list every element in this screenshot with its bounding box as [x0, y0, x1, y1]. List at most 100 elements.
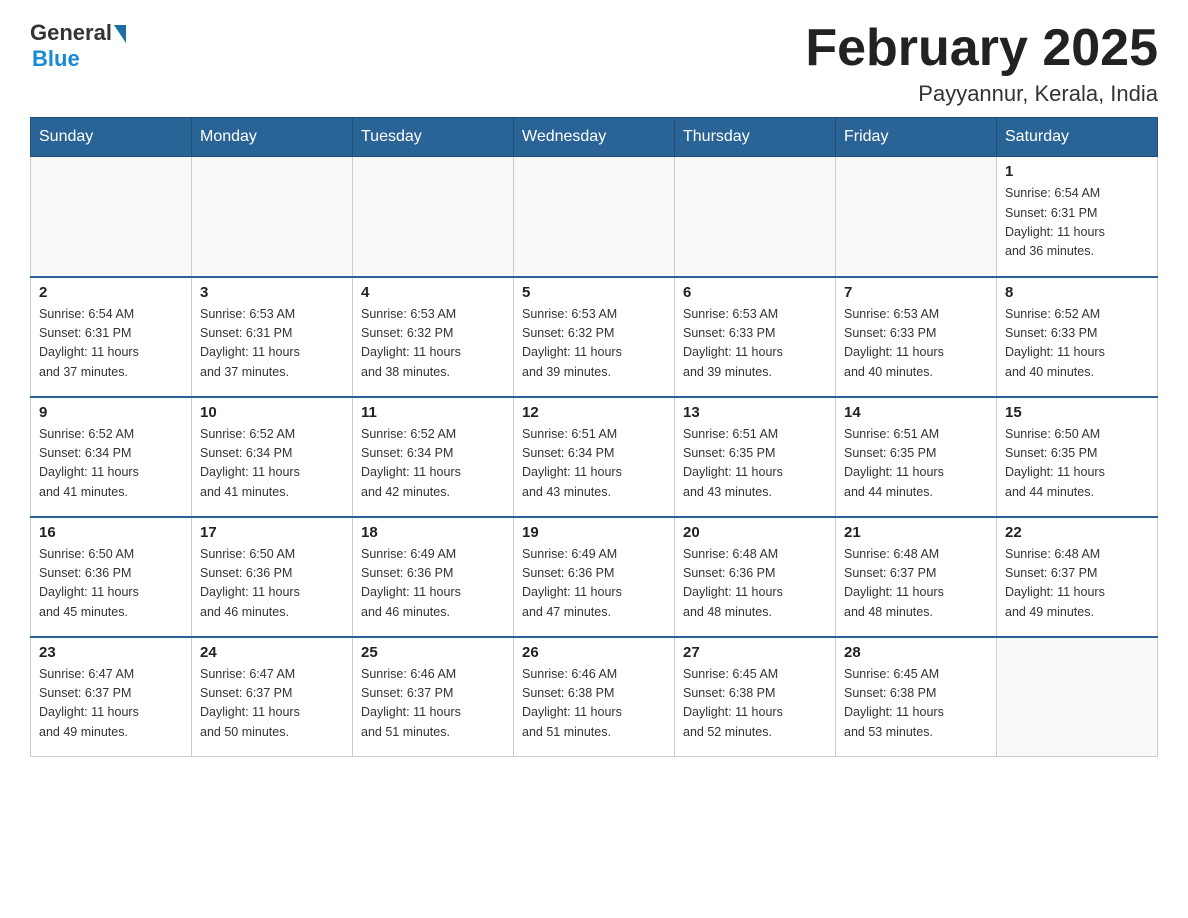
day-info: Sunrise: 6:52 AM Sunset: 6:34 PM Dayligh… [361, 425, 505, 503]
week-row-3: 16 Sunrise: 6:50 AM Sunset: 6:36 PM Dayli… [31, 517, 1158, 637]
calendar-cell: 15 Sunrise: 6:50 AM Sunset: 6:35 PM Dayli… [997, 397, 1158, 517]
day-info: Sunrise: 6:52 AM Sunset: 6:34 PM Dayligh… [200, 425, 344, 503]
day-info: Sunrise: 6:54 AM Sunset: 6:31 PM Dayligh… [39, 305, 183, 383]
logo-arrow-icon [114, 25, 126, 43]
day-info: Sunrise: 6:46 AM Sunset: 6:38 PM Dayligh… [522, 665, 666, 743]
calendar-cell: 20Sunrise: 6:48 AM Sunset: 6:36 PM Dayli… [675, 517, 836, 637]
day-number: 17 [200, 524, 344, 541]
day-info: Sunrise: 6:50 AM Sunset: 6:36 PM Dayligh… [200, 545, 344, 623]
calendar-cell: 25 Sunrise: 6:46 AM Sunset: 6:37 PM Dayli… [353, 637, 514, 757]
day-info: Sunrise: 6:46 AM Sunset: 6:37 PM Dayligh… [361, 665, 505, 743]
calendar-cell [192, 157, 353, 277]
calendar-cell: 6 Sunrise: 6:53 AM Sunset: 6:33 PM Daylig… [675, 277, 836, 397]
day-info: Sunrise: 6:50 AM Sunset: 6:36 PM Dayligh… [39, 545, 183, 623]
day-info: Sunrise: 6:52 AM Sunset: 6:33 PM Dayligh… [1005, 305, 1149, 383]
calendar-cell: 4 Sunrise: 6:53 AM Sunset: 6:32 PM Daylig… [353, 277, 514, 397]
calendar-cell [353, 157, 514, 277]
day-info: Sunrise: 6:54 AM Sunset: 6:31 PM Dayligh… [1005, 184, 1149, 262]
day-number: 20 [683, 524, 827, 541]
day-info: Sunrise: 6:48 AM Sunset: 6:37 PM Dayligh… [844, 545, 988, 623]
week-row-1: 2Sunrise: 6:54 AM Sunset: 6:31 PM Daylig… [31, 277, 1158, 397]
calendar-cell: 18Sunrise: 6:49 AM Sunset: 6:36 PM Dayli… [353, 517, 514, 637]
calendar-cell: 9Sunrise: 6:52 AM Sunset: 6:34 PM Daylig… [31, 397, 192, 517]
day-info: Sunrise: 6:53 AM Sunset: 6:31 PM Dayligh… [200, 305, 344, 383]
location-text: Payyannur, Kerala, India [805, 81, 1158, 107]
day-number: 13 [683, 404, 827, 421]
calendar-cell: 19 Sunrise: 6:49 AM Sunset: 6:36 PM Dayli… [514, 517, 675, 637]
weekday-header-sunday: Sunday [31, 118, 192, 157]
week-row-0: 1 Sunrise: 6:54 AM Sunset: 6:31 PM Daylig… [31, 157, 1158, 277]
day-number: 27 [683, 644, 827, 661]
logo: General Blue [30, 20, 126, 72]
weekday-header-wednesday: Wednesday [514, 118, 675, 157]
day-info: Sunrise: 6:50 AM Sunset: 6:35 PM Dayligh… [1005, 425, 1149, 503]
calendar-cell: 8 Sunrise: 6:52 AM Sunset: 6:33 PM Daylig… [997, 277, 1158, 397]
calendar-cell: 3 Sunrise: 6:53 AM Sunset: 6:31 PM Daylig… [192, 277, 353, 397]
weekday-header-tuesday: Tuesday [353, 118, 514, 157]
day-info: Sunrise: 6:45 AM Sunset: 6:38 PM Dayligh… [683, 665, 827, 743]
calendar-cell: 10 Sunrise: 6:52 AM Sunset: 6:34 PM Dayli… [192, 397, 353, 517]
title-block: February 2025 Payyannur, Kerala, India [805, 20, 1158, 107]
calendar-cell [997, 637, 1158, 757]
calendar-cell [31, 157, 192, 277]
calendar-cell: 21 Sunrise: 6:48 AM Sunset: 6:37 PM Dayli… [836, 517, 997, 637]
calendar-cell: 1 Sunrise: 6:54 AM Sunset: 6:31 PM Daylig… [997, 157, 1158, 277]
calendar-cell: 12 Sunrise: 6:51 AM Sunset: 6:34 PM Dayli… [514, 397, 675, 517]
day-number: 16 [39, 524, 183, 541]
day-info: Sunrise: 6:51 AM Sunset: 6:34 PM Dayligh… [522, 425, 666, 503]
day-number: 11 [361, 404, 505, 421]
day-number: 10 [200, 404, 344, 421]
day-number: 21 [844, 524, 988, 541]
day-number: 22 [1005, 524, 1149, 541]
day-info: Sunrise: 6:52 AM Sunset: 6:34 PM Dayligh… [39, 425, 183, 503]
logo-blue-text: Blue [32, 46, 80, 72]
day-number: 7 [844, 284, 988, 301]
calendar-cell: 26Sunrise: 6:46 AM Sunset: 6:38 PM Dayli… [514, 637, 675, 757]
day-info: Sunrise: 6:51 AM Sunset: 6:35 PM Dayligh… [844, 425, 988, 503]
calendar-cell [514, 157, 675, 277]
day-number: 18 [361, 524, 505, 541]
calendar-cell: 2Sunrise: 6:54 AM Sunset: 6:31 PM Daylig… [31, 277, 192, 397]
day-number: 8 [1005, 284, 1149, 301]
day-info: Sunrise: 6:53 AM Sunset: 6:32 PM Dayligh… [361, 305, 505, 383]
day-number: 4 [361, 284, 505, 301]
day-number: 5 [522, 284, 666, 301]
day-number: 6 [683, 284, 827, 301]
day-number: 19 [522, 524, 666, 541]
day-number: 28 [844, 644, 988, 661]
calendar-cell: 16 Sunrise: 6:50 AM Sunset: 6:36 PM Dayli… [31, 517, 192, 637]
day-number: 23 [39, 644, 183, 661]
day-number: 24 [200, 644, 344, 661]
calendar-table: SundayMondayTuesdayWednesdayThursdayFrid… [30, 117, 1158, 757]
day-number: 14 [844, 404, 988, 421]
calendar-cell: 7 Sunrise: 6:53 AM Sunset: 6:33 PM Daylig… [836, 277, 997, 397]
day-info: Sunrise: 6:45 AM Sunset: 6:38 PM Dayligh… [844, 665, 988, 743]
day-number: 1 [1005, 163, 1149, 180]
day-info: Sunrise: 6:53 AM Sunset: 6:33 PM Dayligh… [683, 305, 827, 383]
month-title: February 2025 [805, 20, 1158, 77]
calendar-cell: 22 Sunrise: 6:48 AM Sunset: 6:37 PM Dayli… [997, 517, 1158, 637]
calendar-cell: 11 Sunrise: 6:52 AM Sunset: 6:34 PM Dayli… [353, 397, 514, 517]
weekday-header-thursday: Thursday [675, 118, 836, 157]
day-number: 3 [200, 284, 344, 301]
calendar-cell [836, 157, 997, 277]
day-info: Sunrise: 6:53 AM Sunset: 6:32 PM Dayligh… [522, 305, 666, 383]
calendar-cell: 13Sunrise: 6:51 AM Sunset: 6:35 PM Dayli… [675, 397, 836, 517]
day-info: Sunrise: 6:53 AM Sunset: 6:33 PM Dayligh… [844, 305, 988, 383]
day-number: 12 [522, 404, 666, 421]
calendar-cell: 23 Sunrise: 6:47 AM Sunset: 6:37 PM Dayli… [31, 637, 192, 757]
weekday-header-monday: Monday [192, 118, 353, 157]
calendar-cell: 17 Sunrise: 6:50 AM Sunset: 6:36 PM Dayli… [192, 517, 353, 637]
day-number: 25 [361, 644, 505, 661]
day-info: Sunrise: 6:47 AM Sunset: 6:37 PM Dayligh… [39, 665, 183, 743]
day-number: 15 [1005, 404, 1149, 421]
logo-general-text: General [30, 20, 112, 46]
day-info: Sunrise: 6:48 AM Sunset: 6:37 PM Dayligh… [1005, 545, 1149, 623]
calendar-cell: 28 Sunrise: 6:45 AM Sunset: 6:38 PM Dayli… [836, 637, 997, 757]
day-info: Sunrise: 6:47 AM Sunset: 6:37 PM Dayligh… [200, 665, 344, 743]
day-info: Sunrise: 6:49 AM Sunset: 6:36 PM Dayligh… [522, 545, 666, 623]
week-row-2: 9Sunrise: 6:52 AM Sunset: 6:34 PM Daylig… [31, 397, 1158, 517]
calendar-cell [675, 157, 836, 277]
week-row-4: 23 Sunrise: 6:47 AM Sunset: 6:37 PM Dayli… [31, 637, 1158, 757]
calendar-cell: 27 Sunrise: 6:45 AM Sunset: 6:38 PM Dayli… [675, 637, 836, 757]
